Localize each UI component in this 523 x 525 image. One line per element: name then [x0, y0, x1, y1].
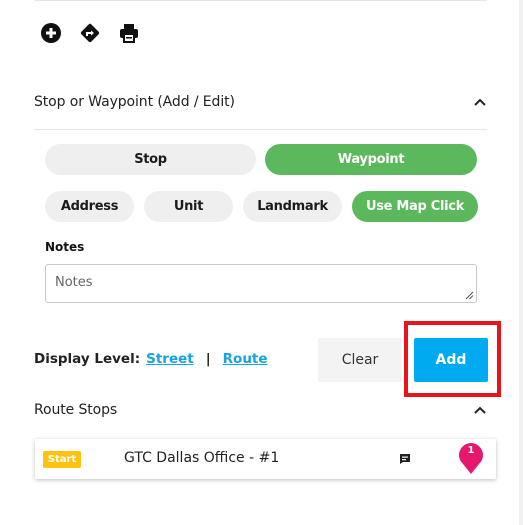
start-badge: Start [43, 451, 81, 468]
display-level-route-link[interactable]: Route [223, 351, 268, 367]
display-level: Display Level: Street | Route [34, 351, 268, 367]
input-mode-selector: Address Unit Landmark Use Map Click [45, 191, 478, 222]
landmark-option[interactable]: Landmark [243, 191, 342, 222]
waypoint-option[interactable]: Waypoint [265, 144, 477, 175]
stop-section-header[interactable]: Stop or Waypoint (Add / Edit) [34, 90, 487, 114]
display-level-label: Display Level: [34, 351, 141, 367]
chevron-up-icon[interactable] [473, 405, 487, 415]
route-stop-item[interactable]: Start GTC Dallas Office - #1 1 [35, 439, 496, 479]
print-icon[interactable] [118, 22, 140, 44]
unit-option[interactable]: Unit [144, 191, 233, 222]
stop-option[interactable]: Stop [45, 144, 256, 175]
address-option[interactable]: Address [45, 191, 134, 222]
add-button[interactable]: Add [414, 338, 488, 382]
notes-field[interactable] [45, 264, 477, 303]
route-stops-title: Route Stops [34, 402, 118, 418]
use-map-click-option[interactable]: Use Map Click [352, 191, 478, 222]
top-divider [34, 0, 487, 1]
chevron-up-icon[interactable] [473, 97, 487, 107]
notes-label: Notes [45, 240, 85, 254]
section-divider [34, 129, 487, 130]
directions-icon[interactable] [79, 22, 101, 44]
stop-type-toggle: Stop Waypoint [45, 144, 477, 175]
route-toolbar [40, 22, 140, 44]
display-level-separator: | [205, 351, 211, 367]
clear-button[interactable]: Clear [318, 338, 402, 382]
note-icon[interactable] [399, 453, 411, 465]
display-level-street-link[interactable]: Street [146, 351, 194, 367]
stop-name: GTC Dallas Office - #1 [124, 450, 280, 466]
stop-section-title: Stop or Waypoint (Add / Edit) [34, 94, 235, 110]
stop-number: 1 [467, 445, 475, 456]
add-icon[interactable] [40, 22, 62, 44]
scrollbar[interactable] [519, 0, 523, 525]
route-stops-header[interactable]: Route Stops [34, 398, 487, 422]
